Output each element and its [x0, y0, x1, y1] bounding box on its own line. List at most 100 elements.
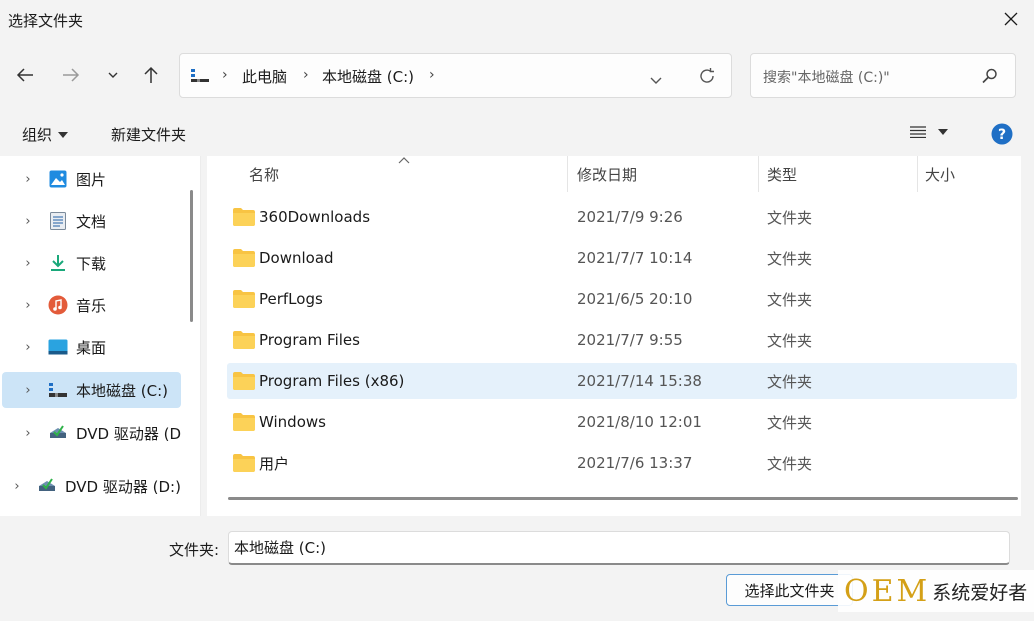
caret-down-icon [938, 129, 948, 135]
folder-label: 文件夹: [169, 541, 220, 559]
sidebar-item-pictures[interactable]: › 图片 [0, 161, 185, 197]
command-bar: 组织 新建文件夹 ? [0, 114, 1034, 154]
back-button[interactable] [10, 60, 40, 90]
column-header-name[interactable]: 名称 [249, 164, 279, 185]
expand-chevron-icon[interactable]: › [20, 426, 36, 441]
file-name: 360Downloads [259, 208, 371, 226]
address-bar[interactable]: › 此电脑 › 本地磁盘 (C:) › [179, 53, 732, 98]
downloads-icon [48, 253, 68, 273]
column-divider[interactable] [758, 156, 759, 192]
expand-chevron-icon[interactable]: › [9, 479, 25, 494]
view-options-button[interactable] [910, 126, 948, 138]
file-name: Download [259, 249, 334, 267]
search-box[interactable]: 搜索"本地磁盘 (C:)" [750, 53, 1016, 98]
sidebar-item-label: 本地磁盘 (C:) [76, 381, 168, 400]
sidebar-scrollbar[interactable] [190, 190, 193, 322]
table-row[interactable]: 360Downloads 2021/7/9 9:26 文件夹 [227, 199, 1017, 235]
table-row[interactable]: Download 2021/7/7 10:14 文件夹 [227, 240, 1017, 276]
file-type: 文件夹 [767, 372, 813, 391]
help-icon: ? [991, 123, 1013, 145]
dvd-icon [37, 476, 57, 496]
sidebar-item-documents[interactable]: › 文档 [0, 203, 185, 239]
search-input[interactable]: 搜索"本地磁盘 (C:)" [763, 67, 890, 87]
select-folder-button[interactable]: 选择此文件夹 [726, 574, 853, 606]
chevron-down-icon [108, 72, 118, 78]
watermark-text: 系统爱好者 [932, 581, 1028, 604]
file-name: PerfLogs [259, 290, 323, 308]
column-header-size[interactable]: 大小 [925, 164, 955, 185]
arrow-left-icon [16, 68, 33, 82]
expand-chevron-icon[interactable]: › [20, 298, 36, 313]
file-date: 2021/8/10 12:01 [577, 413, 702, 431]
address-history-button[interactable] [650, 71, 662, 89]
table-row[interactable]: 用户 2021/7/6 13:37 文件夹 [227, 445, 1017, 481]
sidebar-item-local-disk-c[interactable]: › 本地磁盘 (C:) [2, 372, 181, 408]
file-list-vertical-scrollbar[interactable] [1021, 156, 1027, 516]
sort-ascending-icon [398, 154, 410, 167]
sidebar-item-desktop[interactable]: › 桌面 [0, 329, 185, 365]
column-header-date[interactable]: 修改日期 [577, 164, 637, 185]
column-divider[interactable] [567, 156, 568, 192]
file-type: 文件夹 [767, 249, 813, 268]
music-icon [48, 295, 68, 315]
table-row[interactable]: PerfLogs 2021/6/5 20:10 文件夹 [227, 281, 1017, 317]
up-button[interactable] [136, 60, 166, 90]
refresh-button[interactable] [698, 67, 716, 89]
sidebar-item-label: 音乐 [76, 296, 107, 315]
file-list-horizontal-scrollbar[interactable] [228, 497, 1018, 500]
watermark-brand: OEM [844, 573, 931, 609]
breadcrumb-local-disk[interactable]: 本地磁盘 (C:) [322, 66, 414, 87]
file-type: 文件夹 [767, 208, 813, 227]
drive-icon [48, 380, 68, 400]
desktop-icon [48, 337, 68, 357]
organize-button[interactable]: 组织 [22, 124, 69, 145]
folder-icon [233, 249, 255, 271]
file-type: 文件夹 [767, 413, 813, 432]
breadcrumb-separator: › [303, 67, 309, 83]
recent-locations-button[interactable] [98, 60, 128, 90]
sidebar-item-label: 文档 [76, 212, 107, 231]
breadcrumb-separator: › [429, 67, 435, 83]
sidebar-item-label: 下载 [76, 254, 107, 273]
help-button[interactable]: ? [991, 123, 1013, 149]
table-row[interactable]: Program Files 2021/7/7 9:55 文件夹 [227, 322, 1017, 358]
table-row[interactable]: Windows 2021/8/10 12:01 文件夹 [227, 404, 1017, 440]
folder-icon [233, 454, 255, 476]
refresh-icon [700, 68, 714, 83]
arrow-up-icon [144, 66, 158, 83]
watermark: OEM 系统爱好者 [838, 570, 1034, 612]
close-button[interactable] [998, 6, 1024, 32]
column-divider[interactable] [917, 156, 918, 192]
sidebar-item-music[interactable]: › 音乐 [0, 287, 185, 323]
file-date: 2021/7/7 9:55 [577, 331, 683, 349]
file-type: 文件夹 [767, 331, 813, 350]
expand-chevron-icon[interactable]: › [20, 256, 36, 271]
forward-button[interactable] [56, 60, 86, 90]
folder-input[interactable] [228, 531, 1010, 565]
expand-chevron-icon[interactable]: › [20, 172, 36, 187]
expand-chevron-icon[interactable]: › [20, 214, 36, 229]
new-folder-button[interactable]: 新建文件夹 [111, 124, 186, 145]
sidebar-item-label: 桌面 [76, 338, 107, 357]
expand-chevron-icon[interactable]: › [20, 340, 36, 355]
file-type: 文件夹 [767, 454, 813, 473]
file-name: Program Files [259, 331, 360, 349]
table-row[interactable]: Program Files (x86) 2021/7/14 15:38 文件夹 [227, 363, 1017, 399]
folder-icon [233, 208, 255, 230]
pictures-icon [48, 169, 68, 189]
sidebar-item-downloads[interactable]: › 下载 [0, 245, 185, 281]
file-date: 2021/7/6 13:37 [577, 454, 693, 472]
breadcrumb-separator: › [222, 67, 228, 83]
sidebar-item-dvd-drive[interactable]: › DVD 驱动器 (D [0, 415, 185, 451]
file-type: 文件夹 [767, 290, 813, 309]
column-header-type[interactable]: 类型 [767, 164, 797, 185]
file-name: Program Files (x86) [259, 372, 405, 390]
sidebar-item-dvd-drive-root[interactable]: › DVD 驱动器 (D:) [0, 468, 190, 504]
breadcrumb-this-pc[interactable]: 此电脑 [242, 66, 287, 87]
folder-icon [233, 372, 255, 394]
file-date: 2021/7/14 15:38 [577, 372, 702, 390]
expand-chevron-icon[interactable]: › [20, 383, 36, 398]
folder-icon [233, 290, 255, 312]
folder-icon [233, 331, 255, 353]
folder-icon [233, 413, 255, 435]
